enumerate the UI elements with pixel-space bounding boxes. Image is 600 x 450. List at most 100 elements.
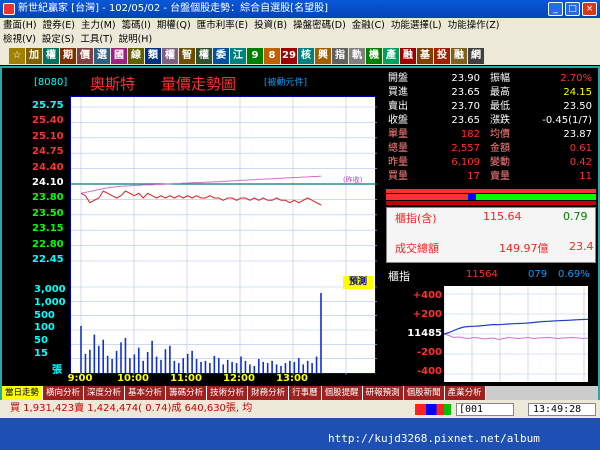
bottom-tab-8[interactable]: 個股提醒 [321, 386, 363, 400]
toolbar-button-17[interactable]: 核 [298, 48, 314, 64]
volume-bar [257, 358, 260, 373]
bottom-tab-2[interactable]: 深度分析 [84, 386, 126, 400]
chart-svg: (昨收) [71, 97, 377, 375]
time-tick-label: 12:00 [223, 373, 255, 384]
toolbar-button-13[interactable]: 江 [230, 48, 246, 64]
menu-item-3[interactable]: 籌碼(I) [119, 20, 154, 31]
toolbar-button-9[interactable]: 權 [162, 48, 178, 64]
menu2-item-0[interactable]: 檢視(V) [0, 34, 39, 45]
volume-bar [213, 355, 216, 373]
quote-value: 6,109 [451, 157, 480, 168]
toolbar-button-19[interactable]: 指 [332, 48, 348, 64]
sector-note[interactable]: [被動元件] [264, 75, 307, 88]
quick-toolbar: ☆ 加權期價選國線類權智權委江 9 8 29 核興指軌機產融基投融網 [0, 47, 600, 65]
code-input[interactable]: [001 [456, 403, 514, 416]
toolbar-button-20[interactable]: 軌 [349, 48, 365, 64]
toolbar-button-4[interactable]: 價 [77, 48, 93, 64]
toolbar-button-25[interactable]: 投 [434, 48, 450, 64]
bottom-tab-11[interactable]: 產業分析 [444, 386, 486, 400]
quote-value: 23.87 [563, 129, 592, 140]
menu-item-8[interactable]: 金融(C) [349, 20, 388, 31]
volume-bar [164, 349, 167, 373]
toolbar-button-24[interactable]: 基 [417, 48, 433, 64]
toolbar-button-27[interactable]: 網 [468, 48, 484, 64]
toolbar-button-2[interactable]: 權 [43, 48, 59, 64]
toolbar-button-5[interactable]: 選 [94, 48, 110, 64]
bottom-tab-3[interactable]: 基本分析 [125, 386, 167, 400]
turnover-value: 149.97億 [499, 242, 549, 255]
predict-button[interactable]: 預測 [343, 276, 373, 289]
menu-item-4[interactable]: 期權(Q) [154, 20, 194, 31]
toolbar-button-21[interactable]: 機 [366, 48, 382, 64]
menu-item-2[interactable]: 主力(M) [78, 20, 119, 31]
maximize-button[interactable]: □ [565, 2, 580, 16]
toolbar-button-15[interactable]: 8 [264, 48, 280, 64]
bottom-tab-4[interactable]: 籌碼分析 [166, 386, 208, 400]
bottom-tab-7[interactable]: 行事曆 [289, 386, 322, 400]
volume-bar [280, 365, 282, 373]
menu-item-1[interactable]: 證券(E) [40, 20, 78, 31]
quote-label: 最低 [490, 101, 510, 112]
close-button[interactable]: × [582, 2, 597, 16]
volume-bar [200, 361, 202, 373]
volume-bar [204, 360, 207, 373]
quote-row: 總量 2,557 金額 0.61 [386, 142, 596, 155]
toolbar-button-18[interactable]: 興 [315, 48, 331, 64]
volume-bar [89, 349, 91, 373]
toolbar-button-0[interactable]: ☆ [9, 48, 25, 64]
index-tick-label: -200 [416, 347, 442, 358]
toolbar-button-12[interactable]: 委 [213, 48, 229, 64]
index-chart-panel[interactable]: 櫃指 11564 079 0.69% +400 +200 11485 -200 -400 [386, 266, 596, 386]
bottom-tab-0[interactable]: 當日走勢 [2, 386, 44, 400]
quote-row: 昨量 6,109 變動 0.42 [386, 156, 596, 169]
toolbar-button-16[interactable]: 29 [281, 48, 297, 64]
volume-bar [173, 360, 176, 373]
bottom-tab-10[interactable]: 個股新聞 [403, 386, 445, 400]
menu2-item-3[interactable]: 說明(H) [116, 34, 156, 45]
volume-bar [226, 359, 229, 373]
menu-item-9[interactable]: 功能選擇(L) [388, 20, 445, 31]
volume-bar [151, 340, 153, 373]
menu-item-5[interactable]: 匯市利率(E) [194, 20, 251, 31]
toolbar-button-7[interactable]: 線 [128, 48, 144, 64]
bottom-tab-5[interactable]: 技術分析 [207, 386, 249, 400]
volume-bar [80, 325, 82, 373]
app-icon [3, 3, 15, 15]
toolbar-button-22[interactable]: 產 [383, 48, 399, 64]
toolbar-button-1[interactable]: 加 [26, 48, 42, 64]
toolbar-button-8[interactable]: 類 [145, 48, 161, 64]
menu2-item-2[interactable]: 工具(T) [77, 34, 115, 45]
buy-sell-ratio-bar [386, 189, 596, 205]
toolbar-button-10[interactable]: 智 [179, 48, 195, 64]
minimize-button[interactable]: _ [548, 2, 563, 16]
window-title: 新世紀贏家 [台灣] - 102/05/02 - 台盤個股走勢：綜合自選股[名望… [18, 3, 328, 14]
volume-bar [182, 358, 185, 373]
menu-item-10[interactable]: 功能操作(Z) [445, 20, 503, 31]
menu-item-6[interactable]: 投資(B) [251, 20, 290, 31]
quote-value: 23.90 [451, 73, 480, 84]
menu-item-7[interactable]: 操盤密碼(D) [290, 20, 349, 31]
bottom-tab-6[interactable]: 財務分析 [248, 386, 290, 400]
quote-label: 單量 [388, 129, 408, 140]
toolbar-button-26[interactable]: 融 [451, 48, 467, 64]
menu-item-0[interactable]: 畫面(H) [0, 20, 40, 31]
volume-bar [155, 356, 158, 373]
bottom-tab-1[interactable]: 橫向分析 [43, 386, 85, 400]
watermark-text: http://kujd3268.pixnet.net/album [328, 432, 540, 445]
reference-price-label: (昨收) [343, 175, 363, 184]
toolbar-button-23[interactable]: 融 [400, 48, 416, 64]
bottom-tab-9[interactable]: 研報預測 [362, 386, 404, 400]
toolbar-button-11[interactable]: 權 [196, 48, 212, 64]
price-volume-chart[interactable]: (昨收) [70, 96, 377, 375]
toolbar-button-14[interactable]: 9 [247, 48, 263, 64]
menu2-item-1[interactable]: 設定(S) [39, 34, 77, 45]
toolbar-button-3[interactable]: 期 [60, 48, 76, 64]
quote-row: 買量 17 賣量 11 [386, 170, 596, 183]
status-text: 買 1,931,423賣 1,424,474( 0.74)成 640,630張,… [10, 403, 253, 414]
index-y-axis: +400 +200 11485 -200 -400 [386, 266, 444, 386]
otc-index-box[interactable]: 櫃指(含) 115.64 0.79 成交總額 149.97億 23.4 [386, 207, 596, 263]
volume-bar [266, 363, 269, 373]
quote-label: 賣出 [388, 101, 408, 112]
time-tick-label: 9:00 [67, 373, 93, 384]
toolbar-button-6[interactable]: 國 [111, 48, 127, 64]
